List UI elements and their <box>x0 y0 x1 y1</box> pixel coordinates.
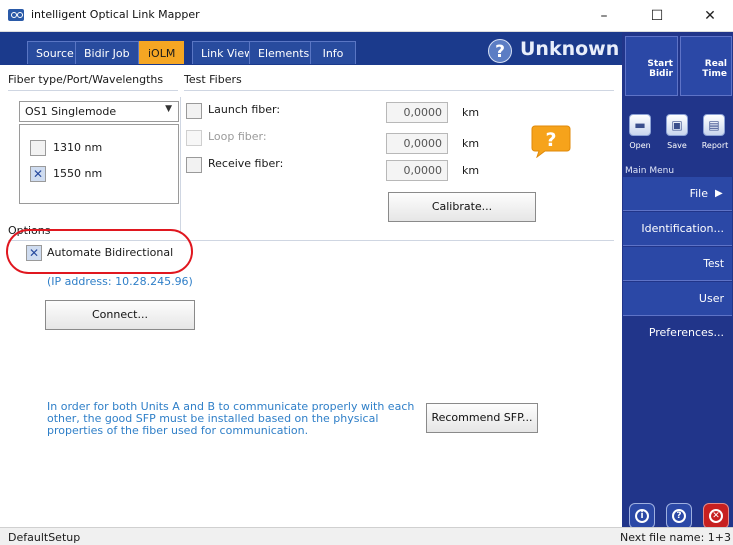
status-bar: DefaultSetup Next file name: 1+3 <box>0 527 733 545</box>
save-icon[interactable]: ▣ <box>666 114 688 136</box>
info-icon: i <box>635 509 649 523</box>
ip-address-text: (IP address: 10.28.245.96) <box>47 275 193 288</box>
menu-item-user-preferences[interactable]: User Preferences... <box>623 282 732 339</box>
tab-info[interactable]: Info <box>310 41 356 64</box>
window-title: intelligent Optical Link Mapper <box>31 8 200 21</box>
receive-fiber-unit: km <box>462 164 480 177</box>
divider <box>180 97 181 232</box>
maximize-button[interactable]: ☐ <box>634 0 680 32</box>
start-bidir-button[interactable]: Start Bidir <box>625 36 678 96</box>
connect-button[interactable]: Connect... <box>45 300 195 330</box>
calibrate-button[interactable]: Calibrate... <box>388 192 536 222</box>
close-window-button[interactable]: ✕ <box>687 0 733 32</box>
tab-elements[interactable]: Elements <box>249 41 319 64</box>
launch-fiber-length-input[interactable]: 0,0000 <box>386 102 448 123</box>
receive-fiber-checkbox[interactable] <box>186 157 202 173</box>
folder-open-icon[interactable]: ▬ <box>629 114 651 136</box>
menu-item-test-configuration[interactable]: Test Configuration... <box>623 247 732 304</box>
recommend-sfp-button[interactable]: Recommend SFP... <box>426 403 538 433</box>
real-time-button[interactable]: Real Time <box>680 36 732 96</box>
receive-fiber-label: Receive fiber: <box>208 157 284 170</box>
wavelength-1550-label: 1550 nm <box>53 167 103 180</box>
fiber-type-select[interactable]: OS1 Singlemode ▼ <box>19 101 179 122</box>
chevron-down-icon: ▼ <box>165 104 172 114</box>
highlight-annotation <box>6 229 193 274</box>
loop-fiber-checkbox[interactable] <box>186 130 202 146</box>
question-icon: ? <box>488 39 512 63</box>
app-logo-icon <box>8 9 24 21</box>
loop-fiber-unit: km <box>462 137 480 150</box>
tab-bidir-job[interactable]: Bidir Job <box>75 41 139 64</box>
test-fibers-heading: Test Fibers <box>184 73 242 86</box>
wavelength-1550-checkbox[interactable]: ✕ <box>30 166 46 182</box>
main-menu-label: Main Menu <box>625 166 675 176</box>
save-label: Save <box>667 141 687 150</box>
svg-text:?: ? <box>545 129 556 151</box>
report-label: Report <box>701 141 729 150</box>
receive-fiber-length-input[interactable]: 0,0000 <box>386 160 448 181</box>
exit-icon: ✕ <box>709 509 723 523</box>
launch-fiber-checkbox[interactable] <box>186 103 202 119</box>
loop-fiber-label: Loop fiber: <box>208 130 267 143</box>
divider <box>184 90 614 91</box>
help-icon: ? <box>672 509 686 523</box>
launch-fiber-unit: km <box>462 106 480 119</box>
chevron-right-icon: ▶ <box>715 188 723 199</box>
sfp-info-line-3: properties of the fiber used for communi… <box>47 424 309 437</box>
status-label: Unknown <box>520 38 620 60</box>
tab-iolm[interactable]: iOLM <box>139 41 185 64</box>
setup-name: DefaultSetup <box>8 531 81 544</box>
next-file-name: Next file name: 1+3 <box>620 531 731 544</box>
report-icon[interactable]: ▤ <box>703 114 725 136</box>
fiber-type-value: OS1 Singlemode <box>25 105 117 118</box>
wavelength-1310-label: 1310 nm <box>53 141 103 154</box>
fiber-section-heading: Fiber type/Port/Wavelengths <box>8 73 164 86</box>
loop-fiber-length-input[interactable]: 0,0000 <box>386 133 448 154</box>
wavelength-list: 1310 nm ✕ 1550 nm <box>19 124 179 204</box>
info-button[interactable]: i <box>629 503 655 529</box>
help-button[interactable]: ? <box>666 503 692 529</box>
exit-button[interactable]: ✕ <box>703 503 729 529</box>
minimize-button[interactable]: – <box>581 0 627 32</box>
launch-fiber-label: Launch fiber: <box>208 103 281 116</box>
menu-item-identification[interactable]: Identification... <box>623 212 732 246</box>
menu-item-file-label: File <box>689 187 708 200</box>
title-bar: intelligent Optical Link Mapper – ☐ ✕ <box>0 0 733 32</box>
question-bubble-icon: ? <box>531 125 571 158</box>
divider <box>8 90 178 91</box>
open-label: Open <box>629 141 651 150</box>
wavelength-1310-checkbox[interactable] <box>30 140 46 156</box>
